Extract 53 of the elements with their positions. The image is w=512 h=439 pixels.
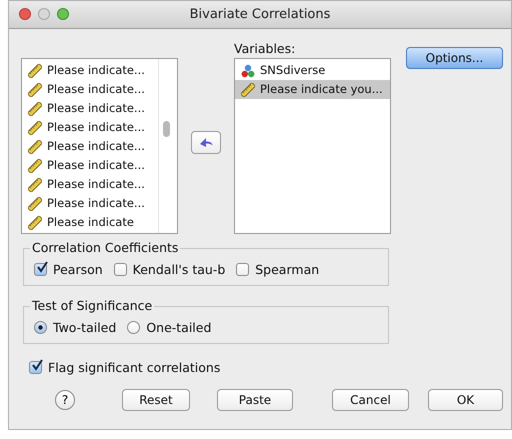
radio-button[interactable] xyxy=(127,321,140,334)
variable-list-item[interactable]: Please indicate you... xyxy=(235,80,390,99)
variable-list-item[interactable]: Please indicate... xyxy=(22,175,159,194)
radio-button[interactable] xyxy=(34,321,47,334)
checkbox[interactable] xyxy=(114,263,127,276)
ruler-icon xyxy=(28,120,42,134)
radio-label: One-tailed xyxy=(146,320,212,335)
checkbox[interactable] xyxy=(236,263,250,276)
variable-list-item[interactable]: Please indicate... xyxy=(22,194,159,213)
checkbox-label: Kendall's tau-b xyxy=(132,262,226,277)
variable-list-item[interactable]: SNSdiverse xyxy=(235,61,390,80)
options-button[interactable]: Options... xyxy=(406,47,503,69)
variable-list-item[interactable]: Please indicate... xyxy=(22,80,159,99)
variable-list-item[interactable]: Please indicate... xyxy=(22,61,159,80)
variable-list-item[interactable]: Please indicate xyxy=(22,213,159,232)
left-arrow-icon xyxy=(199,136,213,148)
source-variable-list[interactable]: Please indicate... Please indicate... Please indicate... Please indicate... Please indicate... Please indicate... Please indicate... Please indicate... Please indicate xyxy=(21,58,178,234)
variables-list[interactable]: SNSdiverse Please indicate you... xyxy=(234,58,391,234)
checkbox-label: Pearson xyxy=(53,262,103,277)
radio-dot-icon xyxy=(38,325,43,330)
dialog-button[interactable]: Reset xyxy=(122,389,190,411)
variable-list-item[interactable]: Please indicate... xyxy=(22,137,159,156)
ruler-icon xyxy=(28,158,42,172)
help-button[interactable]: ? xyxy=(55,390,75,410)
ruler-icon xyxy=(28,196,42,210)
close-button[interactable] xyxy=(19,8,31,20)
zoom-button[interactable] xyxy=(57,8,69,20)
scrollbar-thumb[interactable] xyxy=(163,121,170,137)
dialog-button[interactable]: OK xyxy=(428,389,503,411)
window-title: Bivariate Correlations xyxy=(190,7,330,22)
radio-label: Two-tailed xyxy=(53,320,116,335)
ruler-icon xyxy=(241,82,255,96)
checkbox[interactable] xyxy=(29,361,42,374)
ruler-icon xyxy=(28,82,42,96)
ruler-icon xyxy=(28,216,42,230)
group-title: Correlation Coefficients xyxy=(30,240,180,255)
three-balls-icon xyxy=(241,64,255,78)
dialog-button[interactable]: Cancel xyxy=(332,389,409,411)
checkbox-label: Flag significant correlations xyxy=(48,360,220,375)
ruler-icon xyxy=(28,102,42,116)
variables-label: Variables: xyxy=(234,41,296,58)
ruler-icon xyxy=(28,178,42,192)
checkbox[interactable] xyxy=(34,263,47,276)
dialog-button[interactable]: Paste xyxy=(217,389,293,411)
ruler-icon xyxy=(28,140,42,154)
minimize-button[interactable] xyxy=(38,8,50,20)
move-back-button[interactable] xyxy=(191,131,221,154)
variable-list-item[interactable]: Please indicate... xyxy=(22,99,159,118)
ruler-icon xyxy=(28,64,42,78)
variable-list-item[interactable]: Please indicate... xyxy=(22,118,159,137)
variable-list-item[interactable]: Please indicate... xyxy=(22,156,159,175)
group-title: Test of Significance xyxy=(30,298,154,313)
checkbox-label: Spearman xyxy=(255,262,320,277)
